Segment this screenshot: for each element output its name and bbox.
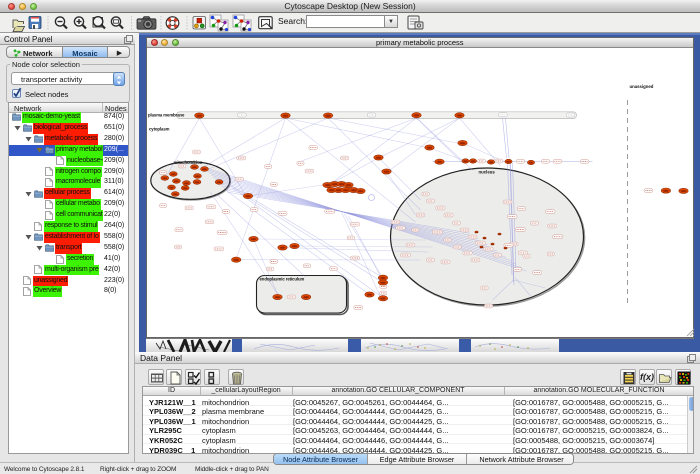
svg-text:nucleus: nucleus <box>478 170 495 175</box>
svg-text:endoplasmic reticulum: endoplasmic reticulum <box>259 277 304 282</box>
svg-text:cytoplasm: cytoplasm <box>149 127 170 132</box>
svg-text:mitochondrion: mitochondrion <box>173 160 202 165</box>
svg-text:plasma membrane: plasma membrane <box>148 113 185 118</box>
svg-text:unassigned: unassigned <box>629 84 653 89</box>
